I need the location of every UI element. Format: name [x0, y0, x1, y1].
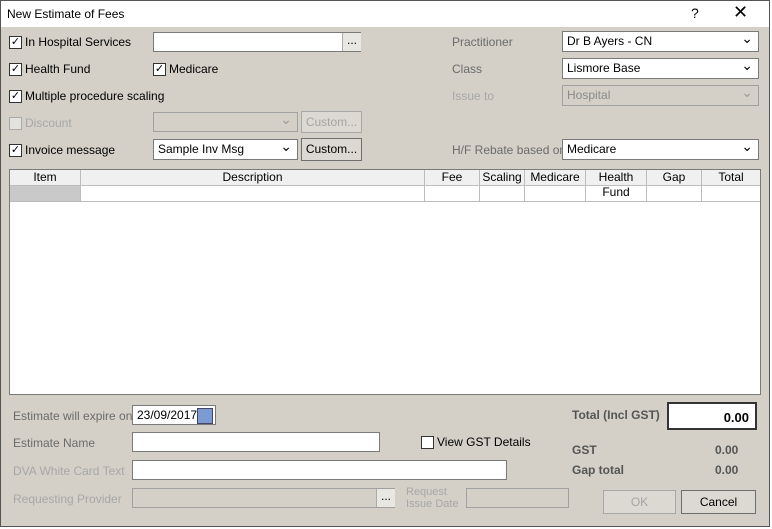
grid-cell-health-fund[interactable]: [586, 186, 647, 202]
column-header-health-fund[interactable]: Health Fund: [586, 170, 647, 199]
discount-custom-button[interactable]: Custom...: [301, 111, 362, 133]
help-button[interactable]: ?: [691, 5, 699, 21]
window-title: New Estimate of Fees: [7, 7, 125, 21]
column-header-total[interactable]: Total: [702, 170, 760, 186]
discount-checkbox[interactable]: [9, 117, 22, 130]
in-hospital-checkbox[interactable]: ✓: [9, 36, 22, 49]
estimate-dialog: New Estimate of Fees ? ✕ ✓ In Hospital S…: [0, 0, 770, 527]
expire-label: Estimate will expire on: [13, 409, 133, 423]
gap-total-value: 0.00: [715, 463, 739, 477]
expire-date-field[interactable]: 23/09/2017: [132, 405, 216, 425]
calendar-icon[interactable]: [197, 408, 213, 424]
grid-cell-description[interactable]: [81, 186, 425, 202]
cancel-button[interactable]: Cancel: [681, 490, 756, 514]
grid-cell-gap[interactable]: [647, 186, 702, 202]
column-header-item[interactable]: Item: [10, 170, 81, 186]
grid-cell-scaling[interactable]: [480, 186, 525, 202]
view-gst-checkbox[interactable]: [421, 436, 434, 449]
request-issue-date-label-2: Issue Date: [406, 498, 459, 510]
invoice-custom-button[interactable]: Custom...: [301, 138, 362, 161]
column-header-medicare[interactable]: Medicare: [525, 170, 586, 186]
rebate-label: H/F Rebate based on: [452, 143, 567, 157]
health-fund-checkbox[interactable]: ✓: [9, 63, 22, 76]
gst-value: 0.00: [715, 443, 739, 457]
total-value: 0.00: [667, 402, 757, 430]
discount-select[interactable]: [153, 112, 298, 132]
grid-cell-medicare[interactable]: [525, 186, 586, 202]
in-hospital-input[interactable]: [153, 32, 361, 52]
estimate-name-label: Estimate Name: [13, 436, 96, 450]
discount-label: Discount: [25, 116, 72, 130]
practitioner-select[interactable]: Dr B Ayers - CN: [562, 31, 759, 52]
grid-cell-fee[interactable]: [425, 186, 480, 202]
title-bar: New Estimate of Fees ? ✕: [1, 1, 769, 27]
dva-label: DVA White Card Text: [13, 464, 125, 478]
requesting-provider-browse-button[interactable]: ...: [376, 489, 395, 507]
class-select[interactable]: Lismore Base: [562, 58, 759, 79]
medicare-checkbox[interactable]: ✓: [153, 63, 166, 76]
request-issue-date-field[interactable]: [466, 488, 569, 508]
expire-date-value: 23/09/2017: [137, 408, 198, 422]
requesting-provider-input[interactable]: [132, 488, 395, 508]
view-gst-label: View GST Details: [437, 435, 531, 449]
issue-to-label: Issue to: [452, 89, 495, 103]
invoice-message-label: Invoice message: [25, 143, 116, 157]
close-button[interactable]: ✕: [733, 2, 748, 23]
in-hospital-label: In Hospital Services: [25, 35, 132, 49]
gap-total-label: Gap total: [572, 463, 625, 477]
request-issue-date-label-1: Request: [406, 486, 447, 498]
ok-button[interactable]: OK: [603, 490, 676, 514]
health-fund-label: Health Fund: [25, 62, 91, 76]
issue-to-select[interactable]: Hospital: [562, 85, 759, 106]
in-hospital-browse-button[interactable]: ...: [342, 33, 361, 51]
medicare-label: Medicare: [169, 62, 219, 76]
invoice-message-select[interactable]: Sample Inv Msg: [153, 139, 298, 160]
dva-input[interactable]: [132, 460, 507, 480]
practitioner-label: Practitioner: [452, 35, 513, 49]
rebate-select[interactable]: Medicare: [562, 139, 759, 160]
total-label: Total (Incl GST): [572, 408, 660, 422]
class-label: Class: [452, 62, 483, 76]
column-header-gap[interactable]: Gap: [647, 170, 702, 186]
multiple-procedure-label: Multiple procedure scaling: [25, 89, 165, 103]
grid-cell-total[interactable]: [702, 186, 760, 202]
fee-items-grid[interactable]: Item Description Fee Scaling Medicare He…: [9, 169, 761, 395]
estimate-name-input[interactable]: [132, 432, 380, 452]
column-header-scaling[interactable]: Scaling: [480, 170, 525, 186]
grid-cell-item[interactable]: [10, 186, 81, 202]
multiple-procedure-checkbox[interactable]: ✓: [9, 90, 22, 103]
column-header-description[interactable]: Description: [81, 170, 425, 186]
requesting-provider-label: Requesting Provider: [13, 492, 122, 506]
invoice-message-checkbox[interactable]: ✓: [9, 144, 22, 157]
gst-label: GST: [572, 443, 597, 457]
column-header-fee[interactable]: Fee: [425, 170, 480, 186]
